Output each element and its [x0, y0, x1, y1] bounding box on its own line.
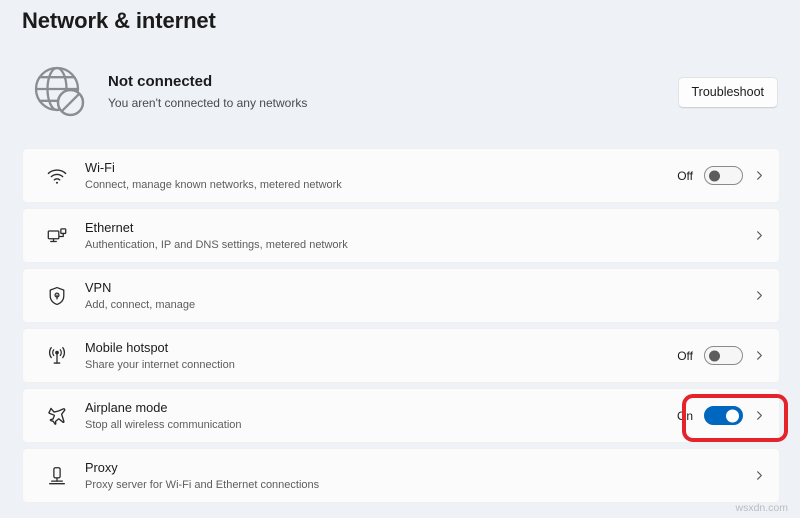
- toggle-state-label: Off: [677, 168, 693, 183]
- shield-vpn-icon: [39, 278, 75, 314]
- setting-subtitle: Stop all wireless communication: [85, 418, 242, 431]
- setting-text-group: Proxy Proxy server for Wi-Fi and Etherne…: [85, 459, 754, 493]
- airplane-icon: [39, 398, 75, 434]
- setting-subtitle: Proxy server for Wi-Fi and Ethernet conn…: [85, 478, 320, 491]
- watermark: wsxdn.com: [735, 502, 788, 514]
- setting-row-controls: [754, 290, 767, 301]
- setting-title: VPN: [85, 279, 112, 295]
- setting-subtitle: Share your internet connection: [85, 358, 235, 371]
- setting-text-group: Ethernet Authentication, IP and DNS sett…: [85, 219, 754, 253]
- status-text-group: Not connected You aren't connected to an…: [108, 72, 678, 112]
- chevron-right-icon[interactable]: [754, 290, 765, 301]
- chevron-right-icon[interactable]: [754, 350, 765, 361]
- chevron-right-icon[interactable]: [754, 230, 765, 241]
- setting-text-group: VPN Add, connect, manage: [85, 279, 754, 313]
- airplane-mode-toggle[interactable]: [704, 406, 743, 425]
- settings-list: Wi-Fi Connect, manage known networks, me…: [22, 148, 780, 508]
- setting-title: Mobile hotspot: [85, 339, 169, 355]
- proxy-server-icon: [39, 458, 75, 494]
- toggle-knob: [709, 350, 720, 361]
- setting-text-group: Wi-Fi Connect, manage known networks, me…: [85, 159, 676, 193]
- setting-title: Airplane mode: [85, 399, 168, 415]
- setting-row-vpn[interactable]: VPN Add, connect, manage: [22, 268, 780, 323]
- status-title: Not connected: [108, 73, 213, 90]
- mobile-hotspot-icon: [39, 338, 75, 374]
- setting-row-wifi[interactable]: Wi-Fi Connect, manage known networks, me…: [22, 148, 780, 203]
- setting-row-controls: [754, 470, 767, 481]
- status-subtitle: You aren't connected to any networks: [108, 96, 308, 110]
- connection-status-banner: Not connected You aren't connected to an…: [22, 52, 780, 132]
- ethernet-icon: [39, 218, 75, 254]
- setting-row-ethernet[interactable]: Ethernet Authentication, IP and DNS sett…: [22, 208, 780, 263]
- setting-row-controls: [754, 230, 767, 241]
- setting-row-mobile-hotspot[interactable]: Mobile hotspot Share your internet conne…: [22, 328, 780, 383]
- wifi-toggle[interactable]: [704, 166, 743, 185]
- setting-title: Proxy: [85, 459, 118, 475]
- setting-title: Ethernet: [85, 219, 134, 235]
- setting-subtitle: Add, connect, manage: [85, 298, 196, 311]
- setting-title: Wi-Fi: [85, 159, 115, 175]
- setting-subtitle: Authentication, IP and DNS settings, met…: [85, 238, 348, 251]
- setting-row-controls: Off: [676, 346, 767, 365]
- chevron-right-icon[interactable]: [754, 170, 765, 181]
- toggle-knob: [709, 170, 720, 181]
- toggle-state-label: Off: [677, 348, 693, 363]
- setting-text-group: Mobile hotspot Share your internet conne…: [85, 339, 676, 373]
- toggle-knob: [726, 409, 739, 422]
- chevron-right-icon[interactable]: [754, 470, 765, 481]
- setting-text-group: Airplane mode Stop all wireless communic…: [85, 399, 676, 433]
- page-title: Network & internet: [22, 8, 216, 33]
- wifi-icon: [39, 158, 75, 194]
- setting-row-controls: On: [676, 406, 767, 425]
- troubleshoot-button[interactable]: Troubleshoot: [677, 76, 778, 108]
- setting-row-proxy[interactable]: Proxy Proxy server for Wi-Fi and Etherne…: [22, 448, 780, 503]
- globe-disconnected-icon: [22, 54, 98, 130]
- chevron-right-icon[interactable]: [754, 410, 765, 421]
- setting-row-controls: Off: [676, 166, 767, 185]
- setting-row-airplane-mode[interactable]: Airplane mode Stop all wireless communic…: [22, 388, 780, 443]
- mobile-hotspot-toggle[interactable]: [704, 346, 743, 365]
- toggle-state-label: On: [676, 408, 693, 423]
- setting-subtitle: Connect, manage known networks, metered …: [85, 178, 342, 191]
